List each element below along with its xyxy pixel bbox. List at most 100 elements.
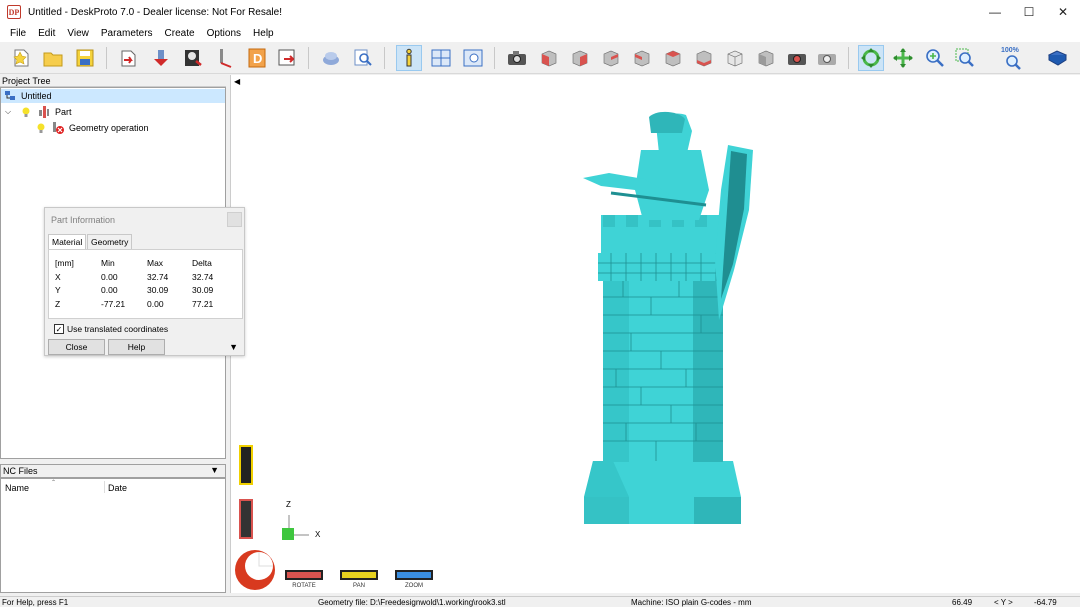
rotate-dial-icon[interactable] [234,549,276,591]
bitmap-import-button[interactable] [180,45,206,71]
cube-back-icon [572,50,588,67]
open-button[interactable] [40,45,66,71]
view-left-button[interactable] [598,45,624,71]
export-button[interactable] [274,45,300,71]
camera-save-button[interactable] [814,45,840,71]
zoom-mode-bar[interactable] [395,570,433,580]
window-layout-icon [431,49,451,67]
window-title: Untitled - DeskProto 7.0 - Dealer licens… [28,6,282,18]
rotate-mode-button[interactable] [858,45,884,71]
zoom-window-button[interactable] [952,45,978,71]
toolbar-separator [848,47,849,69]
axis-x-label: X [315,530,321,539]
tree-item-geometry-operation[interactable]: Geometry operation [35,121,149,135]
save-button[interactable] [72,45,98,71]
dimensions-table: [mm] Min Max Delta X 0.00 32.74 32.74 Y … [48,249,243,319]
menu-parameters[interactable]: Parameters [95,28,159,39]
zoom-mode-button[interactable] [922,45,948,71]
axis-triad-icon [282,515,309,540]
3d-viewport[interactable]: ◀ Z X ROTATE PAN ZOOM [230,75,1080,593]
row-max: 30.09 [147,285,169,295]
menu-create[interactable]: Create [159,28,201,39]
pan-mode-bar[interactable] [340,570,378,580]
status-help: For Help, press F1 [2,598,69,607]
axis-z-label: Z [286,500,291,509]
nc-files-header: NC Files ▼ [0,464,226,478]
chevron-down-icon[interactable]: ⌵ [5,107,15,117]
column-header-name[interactable]: Name [5,483,29,493]
help-book-icon [1047,50,1068,66]
tree-item-project-label: Untitled [21,91,52,101]
part-information-button[interactable] [396,45,422,71]
menu-options[interactable]: Options [201,28,247,39]
view-settings-icon [463,49,483,67]
new-project-button[interactable] [8,45,34,71]
pan-mode-button[interactable] [890,45,916,71]
menu-help[interactable]: Help [247,28,280,39]
zoom-100-label: 100% [1001,47,1020,54]
simulation-icon [323,52,339,65]
import-part-button[interactable] [148,45,174,71]
minimize-button[interactable]: — [978,0,1012,24]
cube-top-icon [665,50,681,67]
project-icon [5,91,15,100]
part-icon [154,50,168,66]
operation-error-icon [53,122,64,134]
rotate-mode-bar[interactable] [285,570,323,580]
sort-caret-icon: ⌃ [51,480,57,486]
layout-button[interactable] [428,45,454,71]
menu-file[interactable]: File [4,28,32,39]
column-header-date[interactable]: Date [108,483,127,493]
expand-arrow-icon[interactable]: ▼ [229,342,238,352]
view-front-button[interactable] [536,45,562,71]
app-icon: DP [7,5,21,19]
import-geometry-button[interactable] [116,45,142,71]
zoom-100-button[interactable]: 100% [1000,45,1026,71]
preview-button[interactable] [350,45,376,71]
help-button[interactable]: Help [108,339,165,355]
row-label: X [55,272,61,282]
tab-geometry[interactable]: Geometry [87,234,133,249]
view-iso2-button[interactable] [753,45,779,71]
import-icon [121,50,136,67]
tree-item-operation-label: Geometry operation [69,123,149,133]
toolbar-separator [494,47,495,69]
cube-grey-icon [758,50,774,67]
view-top-button[interactable] [660,45,686,71]
camera-reset-button[interactable] [784,45,810,71]
close-window-button[interactable]: ✕ [1046,0,1080,24]
view-right-button[interactable] [629,45,655,71]
dropdown-arrow-icon[interactable]: ▼ [210,465,219,475]
lightbulb-icon[interactable] [20,106,32,118]
maximize-button[interactable]: ☐ [1012,0,1046,24]
row-delta: 30.09 [192,285,214,295]
new-file-icon [13,49,29,67]
dialog-close-icon[interactable] [227,212,242,227]
row-min: -77.21 [101,299,126,309]
help-book-button[interactable] [1044,45,1070,71]
checkmark-icon[interactable]: ✓ [54,324,64,334]
view-iso-button[interactable] [722,45,748,71]
tree-item-project[interactable]: Untitled [1,89,225,103]
tree-item-part[interactable]: ⌵ Part [5,105,72,119]
cutter-button[interactable] [212,45,238,71]
rotate-mode-label: ROTATE [292,583,316,589]
translated-coordinates-checkbox[interactable]: ✓ Use translated coordinates [54,324,168,334]
header-max: Max [147,258,164,268]
save-icon [76,49,94,67]
lightbulb-icon[interactable] [35,122,47,134]
zoom-slider[interactable] [239,445,253,485]
status-y-label: < Y > [994,598,1013,607]
menu-edit[interactable]: Edit [32,28,61,39]
pan-slider[interactable] [239,499,253,539]
drawing-button[interactable]: D [244,45,270,71]
camera-button[interactable] [504,45,530,71]
camera-grey-icon [818,54,836,65]
view-bottom-button[interactable] [691,45,717,71]
simulation-button[interactable] [318,45,344,71]
view-back-button[interactable] [567,45,593,71]
close-button[interactable]: Close [48,339,105,355]
menu-view[interactable]: View [61,28,95,39]
view-settings-button[interactable] [460,45,486,71]
tab-material[interactable]: Material [48,234,87,249]
